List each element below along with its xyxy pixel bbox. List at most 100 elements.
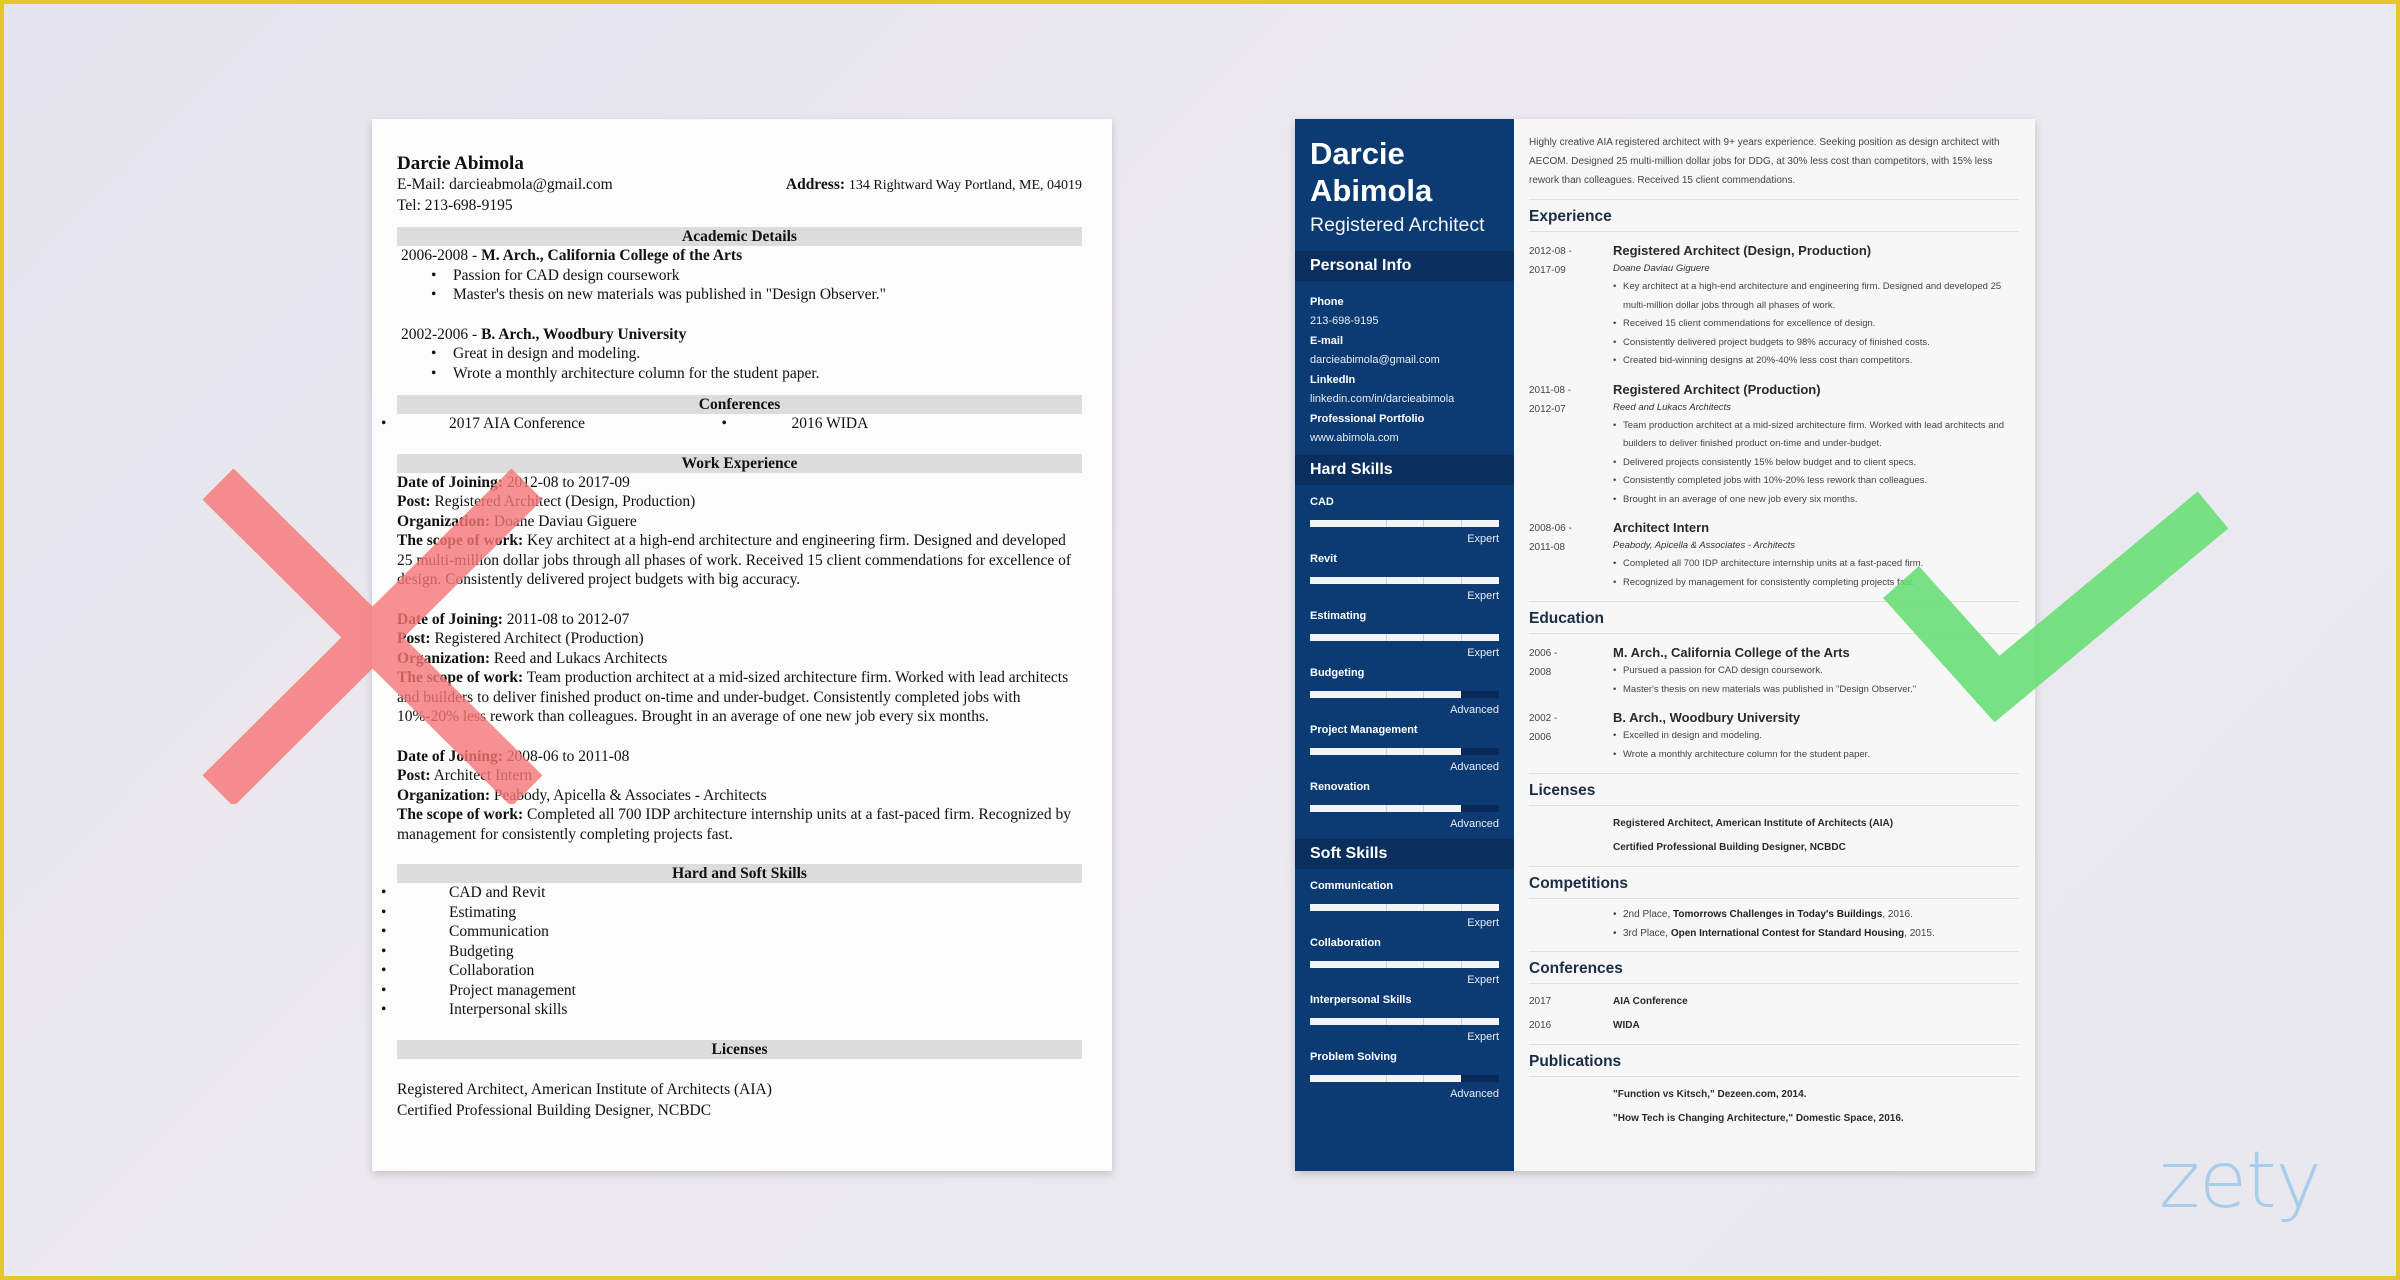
skill-level-label: Advanced: [1450, 761, 1499, 773]
job-post-label: Post:: [397, 767, 431, 784]
bad-resume-example: Darcie Abimola E-Mail: darcieabmola@gmai…: [372, 119, 1112, 1171]
job-organization-value: Doane Daviau Giguere: [490, 512, 637, 530]
resume-sidebar: Darcie Abimola Registered Architect Pers…: [1295, 119, 1514, 1171]
skill-level-fill: [1310, 961, 1499, 968]
section-heading-academic: Academic Details: [397, 227, 1082, 246]
list-item: Key architect at a high-end architecture…: [1613, 278, 2019, 315]
date-start: 2012-08 -: [1529, 246, 1572, 257]
job-dates-value: 2012-08 to 2017-09: [502, 473, 630, 491]
entry-title: M. Arch., California College of the Arts: [1613, 645, 1850, 660]
skill-level-tick: [1385, 1018, 1387, 1025]
entry-body: Registered Architect (Design, Production…: [1613, 242, 2019, 371]
job-entry: Date of Joining: 2012-08 to 2017-09 Post:…: [397, 473, 1082, 590]
section-heading-work: Work Experience: [397, 453, 1082, 473]
conference-item: 2017 AIA Conference: [381, 414, 740, 434]
license-item: Certified Professional Building Designer…: [1613, 842, 1846, 853]
skill-level-tick: [1385, 805, 1387, 812]
job-scope-label: The scope of work:: [397, 669, 524, 686]
date-end: 2017-09: [1529, 265, 1566, 276]
licenses-list: Registered Architect, American Institute…: [1529, 806, 2019, 864]
skill-level-tick: [1423, 691, 1425, 698]
job-organization-label: Organization:: [397, 649, 490, 667]
skill-item: CAD Expert: [1310, 489, 1499, 546]
job-entry: Date of Joining: 2011-08 to 2012-07 Post:…: [397, 610, 1082, 727]
date-end: 2008: [1529, 667, 1552, 678]
competition-year: , 2016.: [1882, 909, 1913, 920]
skill-item: CAD and Revit: [381, 883, 1082, 903]
address-label: Address:: [785, 176, 846, 193]
job-post: Post: Registered Architect (Design, Prod…: [397, 492, 1082, 512]
job-dates: Date of Joining: 2008-06 to 2011-08: [397, 747, 1082, 767]
list-item: Delivered projects consistently 15% belo…: [1613, 454, 2019, 473]
tel-label: Tel:: [397, 196, 421, 214]
entry-dates: 2002 - 2006: [1529, 709, 1613, 764]
entry-dates: 2011-08 - 2012-07: [1529, 381, 1613, 510]
skill-level-tick: [1385, 634, 1387, 641]
skill-level-tick: [1461, 961, 1463, 968]
skill-level-tick: [1423, 748, 1425, 755]
skill-name: Revit: [1310, 553, 1337, 565]
entry: 2012-08 - 2017-09 Registered Architect (De…: [1529, 242, 2019, 371]
education-entry-heading: 2002-2006 - B. Arch., Woodbury Universit…: [401, 325, 1082, 345]
info-value: darcieabimola@gmail.com: [1310, 354, 1440, 366]
list-item: Received 15 client commendations for exc…: [1613, 315, 2019, 334]
job-entry: Date of Joining: 2008-06 to 2011-08 Post:…: [397, 747, 1082, 845]
education-entry-heading: 2006-2008 - M. Arch., California College…: [401, 246, 1082, 266]
entry-dates: 2012-08 - 2017-09: [1529, 242, 1613, 371]
skill-level-bar: [1310, 961, 1499, 968]
competition-place: 3rd Place,: [1623, 928, 1671, 939]
hard-skills: CAD Expert Revit Expert Estimating Expert Budg…: [1295, 485, 1514, 831]
job-scope-label: The scope of work:: [397, 532, 524, 549]
skill-level-tick: [1385, 520, 1387, 527]
entry-title: Registered Architect (Production): [1613, 381, 1821, 397]
last-name: Abimola: [1310, 173, 1433, 208]
skill-level-bar: [1310, 1075, 1499, 1082]
entry-bullets: Key architect at a high-end architecture…: [1613, 278, 2019, 371]
education-bullets: Passion for CAD design courseworkMaster'…: [401, 266, 1082, 305]
address-value: 134 Rightward Way Portland, ME, 04019: [848, 178, 1082, 193]
skills-list: CAD and RevitEstimatingCommunicationBudg…: [381, 883, 1082, 1020]
entry-organization: Peabody, Apicella & Associates - Archite…: [1613, 540, 1795, 551]
skill-level-fill: [1310, 1018, 1499, 1025]
skill-item: Estimating: [381, 903, 1082, 923]
skill-level-label: Advanced: [1450, 1088, 1499, 1100]
list-item: Consistently delivered project budgets t…: [1613, 334, 2019, 353]
good-resume-example: Darcie Abimola Registered Architect Pers…: [1295, 119, 2035, 1171]
skill-level-tick: [1423, 1018, 1425, 1025]
skill-level-tick: [1385, 577, 1387, 584]
competition-name: Open International Contest for Standard …: [1670, 928, 1905, 939]
education-list: 2006 - 2008 M. Arch., California College o…: [1529, 644, 2019, 764]
skill-level-tick: [1385, 1075, 1387, 1082]
email-line: E-Mail: darcieabmola@gmail.com: [397, 175, 613, 196]
section-heading-licenses: Licenses: [397, 1039, 1082, 1059]
licenses-list: Registered Architect, American Institute…: [397, 1079, 1082, 1121]
skill-level-tick: [1385, 691, 1387, 698]
job-post-label: Post:: [397, 630, 431, 647]
list-item: Wrote a monthly architecture column for …: [1613, 746, 2019, 765]
skill-name: Interpersonal Skills: [1310, 994, 1412, 1006]
competition-place: 2nd Place,: [1623, 909, 1674, 920]
entry-dates: 2008-06 - 2011-08: [1529, 519, 1613, 592]
competition-name: Tomorrows Challenges in Today's Building…: [1673, 909, 1883, 920]
section-heading-competitions: Competitions: [1529, 866, 2019, 899]
competition-item: 2nd Place, Tomorrows Challenges in Today…: [1613, 905, 2019, 924]
zety-logo: zety: [2159, 1136, 2322, 1226]
skill-level-bar: [1310, 904, 1499, 911]
job-dates-value: 2008-06 to 2011-08: [502, 747, 630, 765]
entry-bullets: Completed all 700 IDP architecture inter…: [1613, 555, 2019, 592]
info-value: www.abimola.com: [1310, 432, 1399, 444]
list-item: Passion for CAD design coursework: [401, 266, 1082, 286]
skill-level-tick: [1461, 1018, 1463, 1025]
skill-name: Budgeting: [1310, 667, 1365, 679]
skill-item: Budgeting Advanced: [1310, 660, 1499, 717]
list-item: Recognized by management for consistentl…: [1613, 574, 2019, 593]
first-name: Darcie: [1310, 136, 1405, 171]
job-organization: Organization: Reed and Lukacs Architects: [397, 649, 1082, 669]
skill-name: Renovation: [1310, 781, 1370, 793]
list-item: Completed all 700 IDP architecture inter…: [1613, 555, 2019, 574]
skill-level-fill: [1310, 577, 1499, 584]
skill-level-tick: [1423, 904, 1425, 911]
skill-level-tick: [1423, 634, 1425, 641]
entry-body: Architect Intern Peabody, Apicella & Asso…: [1613, 519, 2019, 592]
job-scope: The scope of work: Completed all 700 IDP…: [397, 805, 1082, 844]
